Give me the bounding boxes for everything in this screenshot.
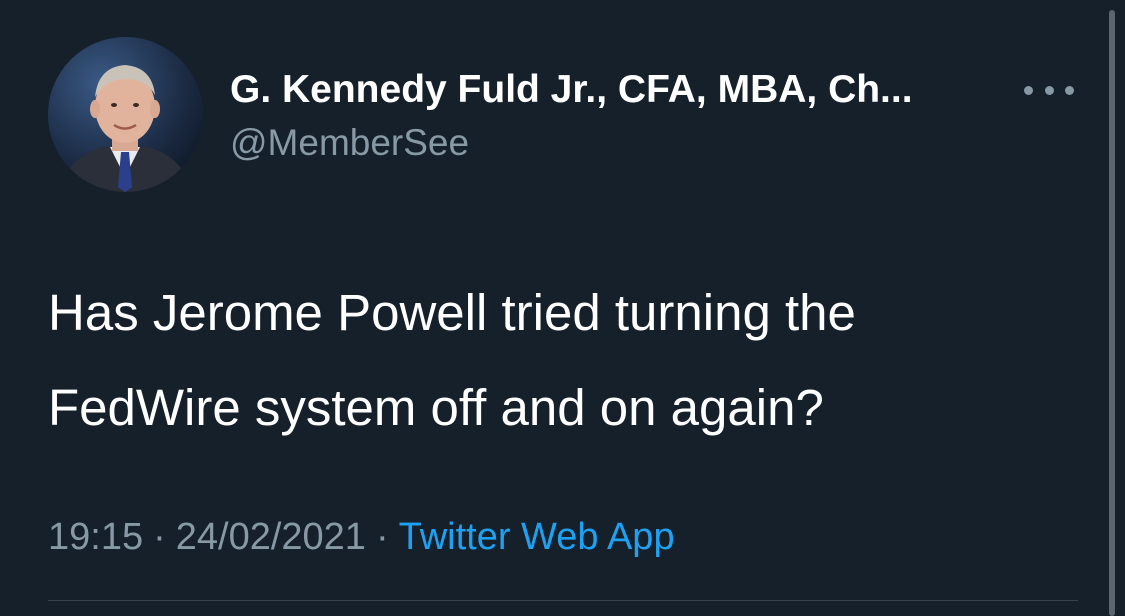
tweet-text-line: Has Jerome Powell tried turning the (48, 284, 856, 341)
meta-separator: · (375, 516, 389, 558)
profile-photo-icon (48, 37, 203, 192)
tweet-meta: 19:15 · 24/02/2021 · Twitter Web App (48, 513, 675, 561)
author-display-name[interactable]: G. Kennedy Fuld Jr., CFA, MBA, Ch... (230, 66, 913, 114)
more-options-button[interactable] (1024, 78, 1074, 102)
more-horizontal-icon-dot (1065, 85, 1074, 95)
tweet-detail: G. Kennedy Fuld Jr., CFA, MBA, Ch... @Me… (0, 0, 1125, 616)
tweet-source-link[interactable]: Twitter Web App (399, 516, 675, 558)
avatar[interactable] (48, 37, 203, 192)
scrollbar[interactable] (1109, 10, 1115, 616)
divider (48, 600, 1078, 601)
tweet-date[interactable]: 24/02/2021 (176, 516, 366, 558)
more-horizontal-icon-dot (1044, 85, 1054, 95)
tweet-text-line: FedWire system off and on again? (48, 379, 824, 436)
tweet-text: Has Jerome Powell tried turning the FedW… (48, 265, 1068, 455)
author-handle[interactable]: @MemberSee (230, 120, 469, 166)
more-horizontal-icon (1024, 85, 1033, 95)
meta-separator: · (153, 516, 166, 558)
tweet-time[interactable]: 19:15 (48, 516, 143, 558)
